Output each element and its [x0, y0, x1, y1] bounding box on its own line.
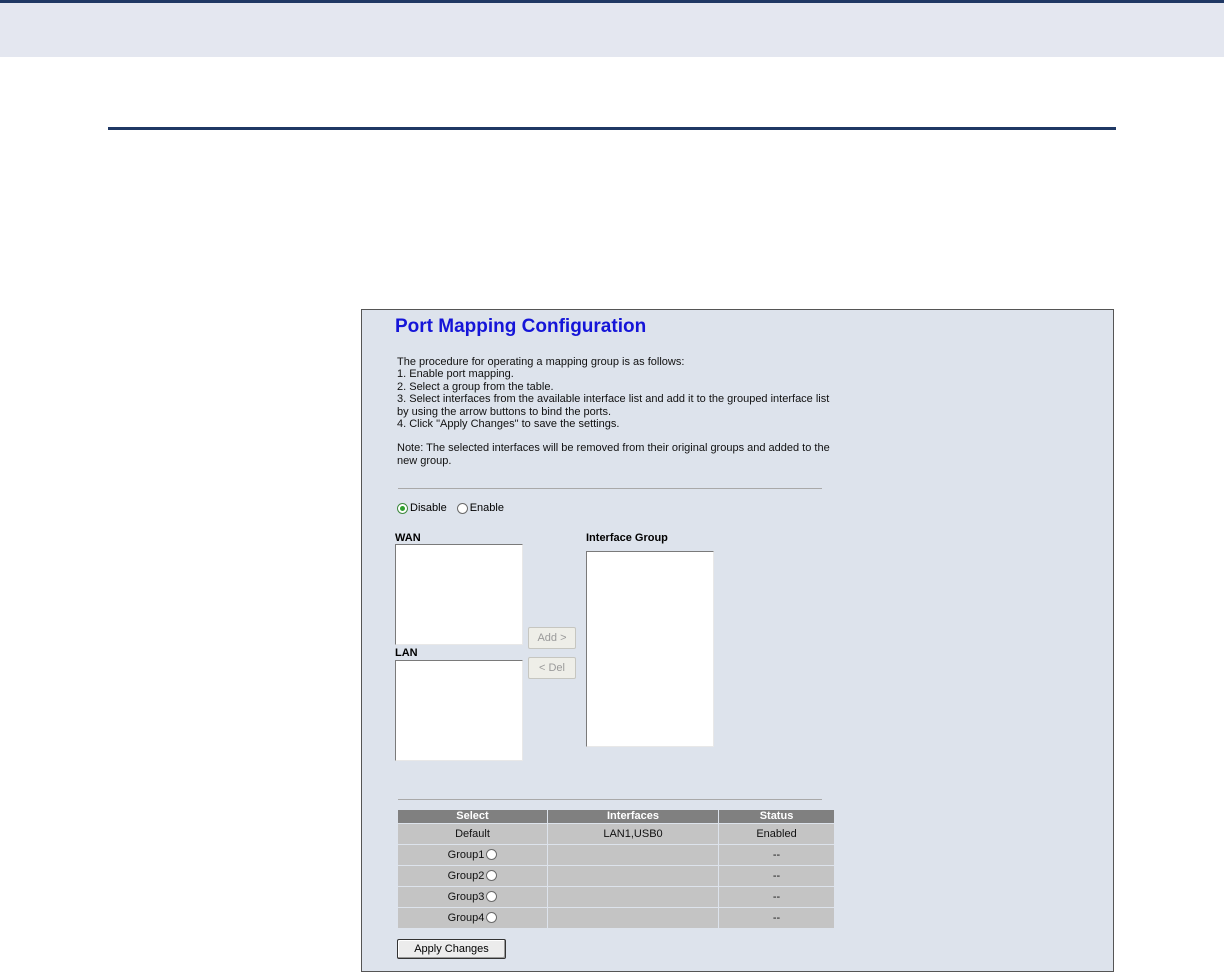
group-status: Enabled: [719, 824, 834, 844]
document-header-band: [0, 3, 1224, 57]
instructions: The procedure for operating a mapping gr…: [397, 356, 837, 467]
lan-interface-list[interactable]: [395, 660, 523, 761]
group-name: Default: [398, 824, 547, 844]
group-interfaces: [548, 887, 718, 907]
table-row: Group2 --: [398, 866, 834, 886]
table-header: Select: [398, 810, 547, 823]
table-header: Status: [719, 810, 834, 823]
instruction-line: The procedure for operating a mapping gr…: [397, 356, 685, 368]
group-select-cell: Group2: [398, 866, 547, 886]
divider: [398, 488, 822, 489]
group-name: Group4: [447, 912, 485, 924]
table-row: Group1 --: [398, 845, 834, 865]
group4-radio[interactable]: [486, 911, 498, 923]
group-interfaces: [548, 845, 718, 865]
group-status: --: [719, 845, 834, 865]
wan-interface-list[interactable]: [395, 544, 523, 645]
group-name: Group2: [447, 870, 485, 882]
group-select-cell: Group4: [398, 908, 547, 928]
apply-changes-button[interactable]: Apply Changes: [397, 939, 506, 959]
group-status: --: [719, 908, 834, 928]
group-name: Group1: [447, 849, 485, 861]
disable-label: Disable: [410, 502, 447, 514]
port-mapping-screenshot: Port Mapping Configuration The procedure…: [361, 309, 1114, 972]
instruction-line: 4. Click "Apply Changes" to save the set…: [397, 418, 620, 431]
mapping-group-table: Select Interfaces Status Default LAN1,US…: [397, 809, 835, 929]
lan-label: LAN: [395, 647, 418, 659]
divider: [398, 799, 822, 800]
port-mapping-mode: Disable Enable: [397, 502, 514, 514]
instruction-line: 2. Select a group from the table.: [397, 380, 554, 393]
group-name: Group3: [447, 891, 485, 903]
group-status: --: [719, 887, 834, 907]
instruction-line: 1. Enable port mapping.: [397, 368, 514, 381]
add-button[interactable]: Add >: [528, 627, 576, 649]
group2-radio[interactable]: [486, 869, 498, 881]
note-line: new group.: [397, 454, 452, 467]
group3-radio[interactable]: [486, 890, 498, 902]
group1-radio[interactable]: [486, 848, 498, 860]
table-header: Interfaces: [548, 810, 718, 823]
note-line: Note: The selected interfaces will be re…: [397, 442, 830, 455]
disable-radio[interactable]: [397, 502, 408, 514]
enable-label: Enable: [469, 502, 504, 514]
enable-radio[interactable]: [456, 502, 468, 514]
group-select-cell: Group3: [398, 887, 547, 907]
table-row: Default LAN1,USB0 Enabled: [398, 824, 834, 844]
page-title: Port Mapping Configuration: [395, 316, 647, 337]
wan-label: WAN: [395, 532, 421, 544]
interface-group-list[interactable]: [586, 551, 714, 747]
document-section-rule: [108, 127, 1116, 130]
table-row: Group4 --: [398, 908, 834, 928]
instruction-line: 3. Select interfaces from the available …: [397, 393, 830, 406]
instruction-line: by using the arrow buttons to bind the p…: [397, 405, 612, 418]
group-status: --: [719, 866, 834, 886]
group-interfaces: [548, 866, 718, 886]
delete-button[interactable]: < Del: [528, 657, 576, 679]
group-interfaces: LAN1,USB0: [548, 824, 718, 844]
table-row: Group3 --: [398, 887, 834, 907]
group-select-cell: Group1: [398, 845, 547, 865]
interface-group-label: Interface Group: [586, 532, 668, 544]
group-interfaces: [548, 908, 718, 928]
